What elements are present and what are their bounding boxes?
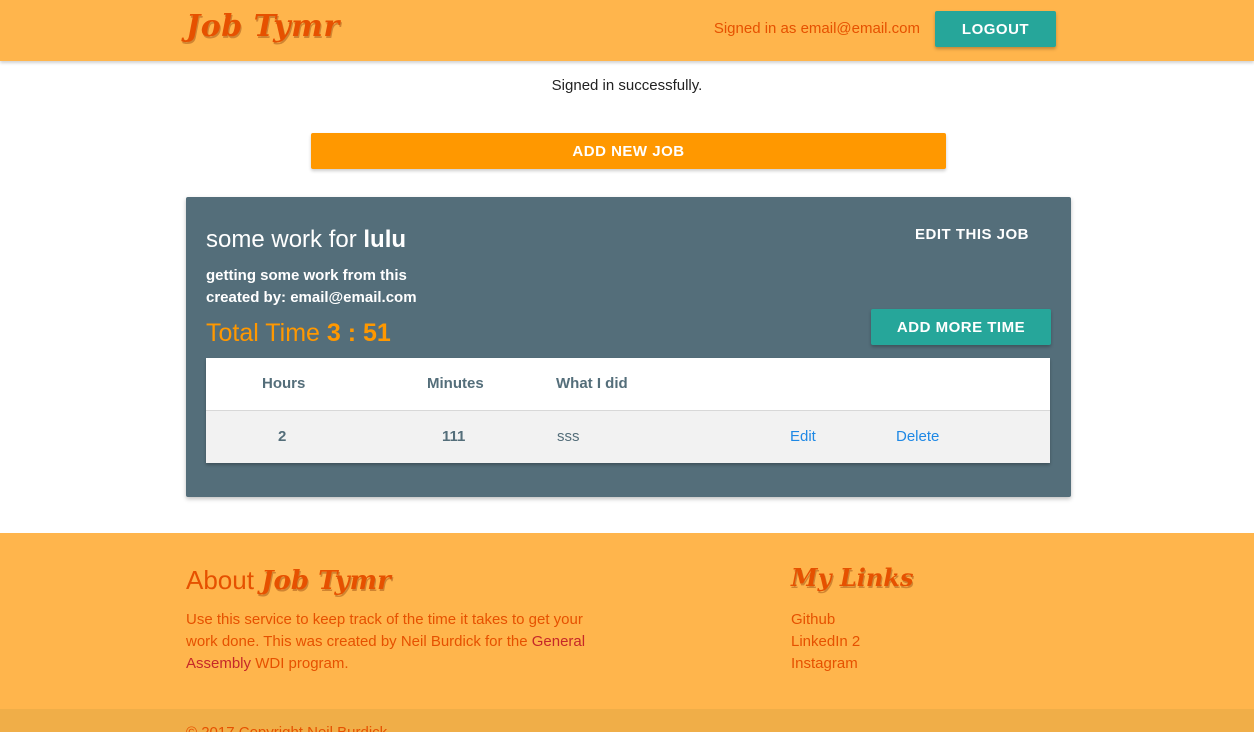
cell-hours: 2 xyxy=(278,428,287,445)
table-row: 2 111 sss Edit Delete xyxy=(206,411,1050,463)
column-header-what-i-did: What I did xyxy=(556,375,628,392)
job-title-prefix: some work for xyxy=(206,226,357,253)
total-time-value: 3 : 51 xyxy=(326,319,391,347)
job-total-time: Total Time 3 : 51 xyxy=(206,319,391,348)
flash-message: Signed in successfully. xyxy=(551,77,703,94)
about-text-part-2: WDI program. xyxy=(251,655,349,672)
cell-minutes: 111 xyxy=(442,428,466,445)
add-new-job-button[interactable]: ADD NEW JOB xyxy=(311,133,946,169)
about-heading-brand: Job Tymr xyxy=(261,566,391,596)
total-time-label: Total Time xyxy=(206,319,320,347)
brand-logo-link[interactable]: Job Tymr xyxy=(186,9,340,44)
job-card: some work for lulu getting some work fro… xyxy=(186,197,1071,497)
column-header-hours: Hours xyxy=(262,375,306,392)
delete-entry-link[interactable]: Delete xyxy=(896,428,939,445)
time-entries-table: Hours Minutes What I did 2 111 sss Edit … xyxy=(206,358,1050,463)
copyright-bar: © 2017 Copyright Neil Burdick xyxy=(0,709,1254,732)
job-client-name: lulu xyxy=(363,226,407,253)
about-heading: About Job Tymr xyxy=(186,565,391,596)
cell-what-i-did: sss xyxy=(557,428,580,445)
add-more-time-button[interactable]: ADD MORE TIME xyxy=(871,309,1051,345)
my-links-heading: My Links xyxy=(791,563,914,592)
page-footer: About Job Tymr Use this service to keep … xyxy=(0,533,1254,709)
about-heading-prefix: About xyxy=(186,565,254,595)
github-link[interactable]: Github xyxy=(791,609,860,631)
about-text-part-1: Use this service to keep track of the ti… xyxy=(186,611,583,650)
edit-job-button[interactable]: EDIT THIS JOB xyxy=(915,226,1029,243)
instagram-link[interactable]: Instagram xyxy=(791,653,860,675)
linkedin-link[interactable]: LinkedIn 2 xyxy=(791,631,860,653)
job-created-by: created by: email@email.com xyxy=(206,289,417,306)
copyright-text: © 2017 Copyright Neil Burdick xyxy=(186,724,387,732)
column-header-minutes: Minutes xyxy=(427,375,484,392)
about-text: Use this service to keep track of the ti… xyxy=(186,609,606,675)
job-title: some work for lulu xyxy=(206,226,406,254)
signed-in-status: Signed in as email@email.com xyxy=(713,20,920,37)
job-description: getting some work from this xyxy=(206,267,407,284)
top-navbar: Job Tymr Signed in as email@email.com LO… xyxy=(0,0,1254,61)
my-links-list: Github LinkedIn 2 Instagram xyxy=(791,609,860,675)
table-header-row: Hours Minutes What I did xyxy=(206,358,1050,411)
logout-button[interactable]: LOGOUT xyxy=(935,11,1056,47)
edit-entry-link[interactable]: Edit xyxy=(790,428,816,445)
